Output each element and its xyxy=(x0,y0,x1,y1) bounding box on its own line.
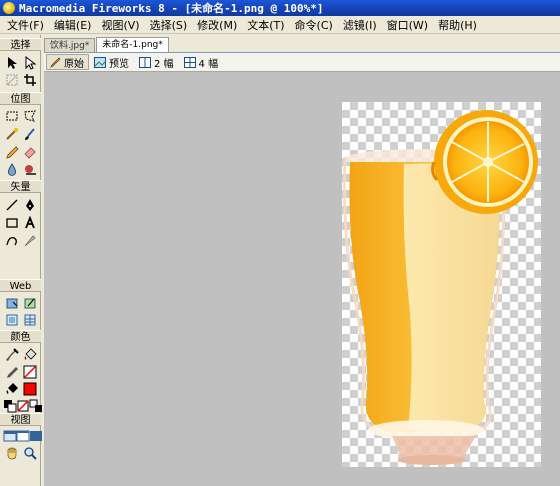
paint-bucket-tool-icon[interactable] xyxy=(22,347,38,363)
stroke-color-icon[interactable] xyxy=(4,364,20,380)
hotspot-tool-icon[interactable] xyxy=(4,295,20,311)
text-tool-icon[interactable] xyxy=(22,215,38,231)
tools-section-select: 选择 xyxy=(0,38,41,51)
hide-slices-icon[interactable] xyxy=(4,312,20,328)
menu-text[interactable]: 文本(T) xyxy=(242,17,289,33)
fill-color-swatch[interactable] xyxy=(22,381,38,397)
two-up-view-label: 2 幅 xyxy=(154,58,174,70)
two-up-view-button[interactable]: 2 幅 xyxy=(136,54,179,70)
blur-tool-icon[interactable] xyxy=(4,162,20,178)
lasso-tool-icon[interactable] xyxy=(22,108,38,124)
zoom-tool-icon[interactable] xyxy=(22,445,38,461)
preview-view-label: 预览 xyxy=(109,58,129,70)
pointer-tool-icon[interactable] xyxy=(4,55,20,71)
document-tabs: 饮料.jpg* 未命名-1.png* xyxy=(44,37,560,53)
scale-tool-icon[interactable] xyxy=(4,72,20,88)
document-view-bar: 原始 预览 2 幅 4 幅 xyxy=(44,53,560,72)
menu-modify[interactable]: 修改(M) xyxy=(192,17,242,33)
eyedropper-tool-icon[interactable] xyxy=(4,347,20,363)
full-screen-mode-icon[interactable] xyxy=(28,428,44,444)
preview-view-button[interactable]: 预览 xyxy=(91,54,134,70)
juice-glass-illustration xyxy=(342,110,538,465)
line-tool-icon[interactable] xyxy=(4,197,20,213)
pencil-icon xyxy=(50,57,61,68)
marquee-tool-icon[interactable] xyxy=(4,108,20,124)
brush-tool-icon[interactable] xyxy=(22,126,38,142)
canvas-area[interactable] xyxy=(44,72,560,486)
preview-icon xyxy=(94,56,106,68)
four-up-view-button[interactable]: 4 幅 xyxy=(181,54,224,70)
tools-panel: 选择 位图 矢量 Web 颜色 视图 xyxy=(0,35,44,486)
menu-select[interactable]: 选择(S) xyxy=(145,17,193,33)
magic-wand-tool-icon[interactable] xyxy=(4,126,20,142)
window-title: Macromedia Fireworks 8 - [未命名-1.png @ 10… xyxy=(19,2,324,15)
slice-tool-icon[interactable] xyxy=(22,295,38,311)
original-view-button[interactable]: 原始 xyxy=(46,54,89,70)
menu-filters[interactable]: 滤镜(I) xyxy=(338,17,382,33)
crop-tool-icon[interactable] xyxy=(22,72,38,88)
freeform-tool-icon[interactable] xyxy=(4,233,20,249)
pencil-tool-icon[interactable] xyxy=(4,144,20,160)
menu-bar: 文件(F) 编辑(E) 视图(V) 选择(S) 修改(M) 文本(T) 命令(C… xyxy=(0,16,560,34)
menu-edit[interactable]: 编辑(E) xyxy=(49,17,97,33)
menu-file[interactable]: 文件(F) xyxy=(2,17,49,33)
subselection-tool-icon[interactable] xyxy=(22,55,38,71)
tools-section-colors: 颜色 xyxy=(0,330,41,343)
tools-section-bitmap: 位图 xyxy=(0,92,41,105)
doc-tab-drink[interactable]: 饮料.jpg* xyxy=(44,38,96,52)
four-up-view-label: 4 幅 xyxy=(198,58,219,70)
original-view-label: 原始 xyxy=(64,58,84,70)
tools-section-web: Web xyxy=(0,279,41,292)
doc-tab-untitled[interactable]: 未命名-1.png* xyxy=(96,37,169,52)
stroke-color-swatch[interactable] xyxy=(22,364,38,380)
rectangle-tool-icon[interactable] xyxy=(4,215,20,231)
hand-tool-icon[interactable] xyxy=(4,445,20,461)
four-up-icon xyxy=(183,56,196,68)
menu-view[interactable]: 视图(V) xyxy=(96,17,144,33)
eraser-tool-icon[interactable] xyxy=(22,144,38,160)
fireworks-app-icon[interactable] xyxy=(3,2,15,14)
knife-tool-icon[interactable] xyxy=(22,233,38,249)
tools-section-vector: 矢量 xyxy=(0,180,41,193)
menu-commands[interactable]: 命令(C) xyxy=(290,17,338,33)
pen-tool-icon[interactable] xyxy=(22,197,38,213)
tools-section-view: 视图 xyxy=(0,413,41,426)
show-slices-icon[interactable] xyxy=(22,312,38,328)
juice-glass-image[interactable] xyxy=(342,102,541,467)
swap-colors-icon[interactable] xyxy=(28,398,44,414)
menu-window[interactable]: 窗口(W) xyxy=(382,17,433,33)
rubber-stamp-tool-icon[interactable] xyxy=(22,162,38,178)
menu-help[interactable]: 帮助(H) xyxy=(433,17,482,33)
fill-color-icon[interactable] xyxy=(4,381,20,397)
title-bar: Macromedia Fireworks 8 - [未命名-1.png @ 10… xyxy=(0,0,560,16)
two-up-icon xyxy=(139,56,151,68)
